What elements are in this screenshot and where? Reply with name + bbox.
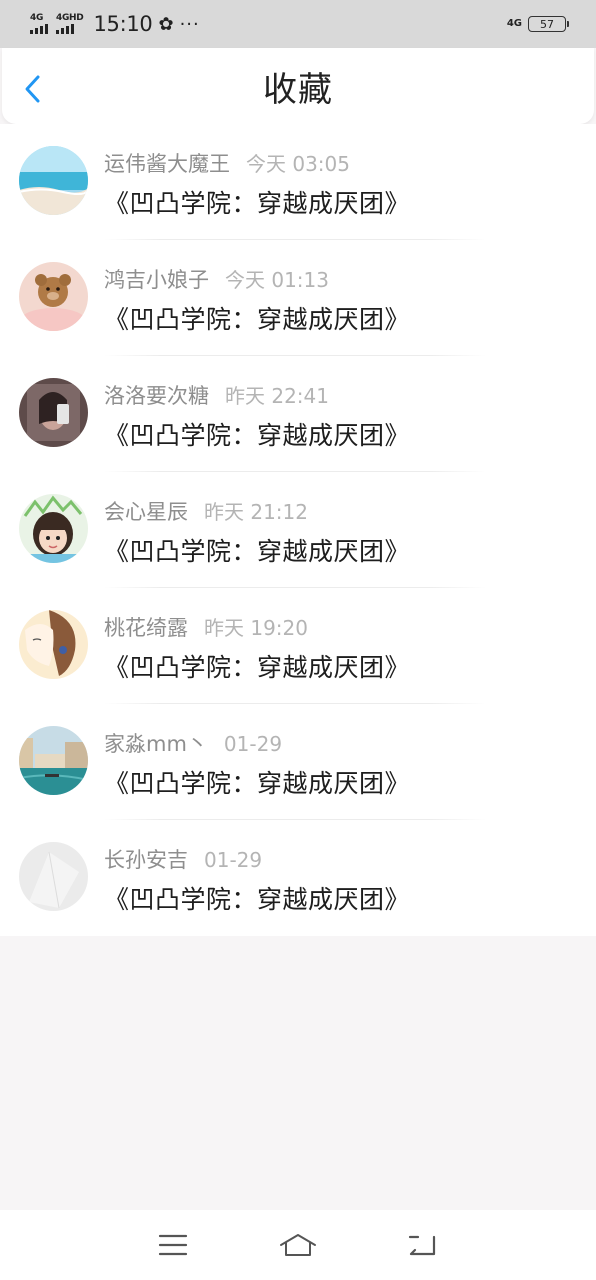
signal-bars-icon [56, 24, 74, 34]
list-item[interactable]: 会心星辰 昨天 21:12 《凹凸学院：穿越成厌团》 [0, 472, 596, 588]
book-title[interactable]: 《凹凸学院：穿越成厌团》 [104, 880, 410, 916]
network-type: 4G [506, 18, 522, 29]
back-icon [409, 1235, 436, 1256]
avatar[interactable] [19, 726, 88, 795]
list-item[interactable]: 桃花绮露 昨天 19:20 《凹凸学院：穿越成厌团》 [0, 588, 596, 704]
home-icon [279, 1234, 316, 1256]
more-notifications-icon: ··· [179, 13, 200, 35]
app-header: 收藏 [2, 48, 594, 124]
app-notification-icon: ✿ [158, 13, 174, 35]
signal-indicator-1: 4G [30, 14, 48, 34]
list-item[interactable]: 运伟酱大魔王 今天 03:05 《凹凸学院：穿越成厌团》 [0, 124, 596, 240]
favorites-list: 运伟酱大魔王 今天 03:05 《凹凸学院：穿越成厌团》 鸿吉小娘子 今天 01… [0, 124, 596, 936]
book-title[interactable]: 《凹凸学院：穿越成厌团》 [104, 648, 410, 684]
avatar[interactable] [19, 146, 88, 215]
signal-label: 4G [30, 13, 44, 23]
item-meta: 运伟酱大魔王 今天 03:05 [104, 148, 350, 178]
list-item[interactable]: 鸿吉小娘子 今天 01:13 《凹凸学院：穿越成厌团》 [0, 240, 596, 356]
user-name: 家淼mm丶 [104, 732, 208, 756]
signal-bars-icon [30, 24, 48, 34]
battery-icon: 57 [528, 16, 569, 32]
item-meta: 家淼mm丶 01-29 [104, 728, 282, 758]
item-meta: 洛洛要次糖 昨天 22:41 [104, 380, 329, 410]
system-nav-bar [0, 1210, 596, 1280]
back-button[interactable] [20, 74, 44, 104]
avatar[interactable] [19, 494, 88, 563]
battery-level: 57 [540, 17, 554, 31]
signal-label: 4GHD [56, 13, 84, 23]
list-item[interactable]: 长孙安吉 01-29 《凹凸学院：穿越成厌团》 [0, 820, 596, 936]
avatar[interactable] [19, 262, 88, 331]
timestamp: 01-29 [204, 848, 263, 872]
item-meta: 鸿吉小娘子 今天 01:13 [104, 264, 329, 294]
menu-button[interactable] [143, 1225, 203, 1265]
signal-indicator-2: 4GHD [56, 13, 84, 34]
menu-icon [158, 1234, 187, 1256]
item-meta: 长孙安吉 01-29 [104, 844, 262, 874]
status-time: 15:10 [93, 12, 153, 36]
back-nav-button[interactable] [393, 1225, 453, 1265]
book-title[interactable]: 《凹凸学院：穿越成厌团》 [104, 764, 410, 800]
user-name: 鸿吉小娘子 [104, 268, 209, 292]
item-meta: 桃花绮露 昨天 19:20 [104, 612, 308, 642]
avatar[interactable] [19, 842, 88, 911]
timestamp: 今天 03:05 [246, 152, 350, 176]
avatar[interactable] [19, 378, 88, 447]
timestamp: 昨天 22:41 [225, 384, 329, 408]
item-meta: 会心星辰 昨天 21:12 [104, 496, 308, 526]
user-name: 运伟酱大魔王 [104, 152, 230, 176]
page-title: 收藏 [263, 69, 333, 110]
book-title[interactable]: 《凹凸学院：穿越成厌团》 [104, 416, 410, 452]
user-name: 长孙安吉 [104, 848, 188, 872]
chevron-left-icon [25, 75, 40, 103]
timestamp: 昨天 21:12 [204, 500, 308, 524]
list-item[interactable]: 洛洛要次糖 昨天 22:41 《凹凸学院：穿越成厌团》 [0, 356, 596, 472]
list-item[interactable]: 家淼mm丶 01-29 《凹凸学院：穿越成厌团》 [0, 704, 596, 820]
home-button[interactable] [268, 1225, 328, 1265]
book-title[interactable]: 《凹凸学院：穿越成厌团》 [104, 184, 410, 220]
user-name: 桃花绮露 [104, 616, 188, 640]
user-name: 会心星辰 [104, 500, 188, 524]
status-bar: 4G 4GHD 15:10 ✿ ··· 4G 57 [0, 0, 596, 48]
user-name: 洛洛要次糖 [104, 384, 209, 408]
timestamp: 昨天 19:20 [204, 616, 308, 640]
avatar[interactable] [19, 610, 88, 679]
book-title[interactable]: 《凹凸学院：穿越成厌团》 [104, 532, 410, 568]
timestamp: 今天 01:13 [225, 268, 329, 292]
book-title[interactable]: 《凹凸学院：穿越成厌团》 [104, 300, 410, 336]
timestamp: 01-29 [223, 732, 283, 756]
